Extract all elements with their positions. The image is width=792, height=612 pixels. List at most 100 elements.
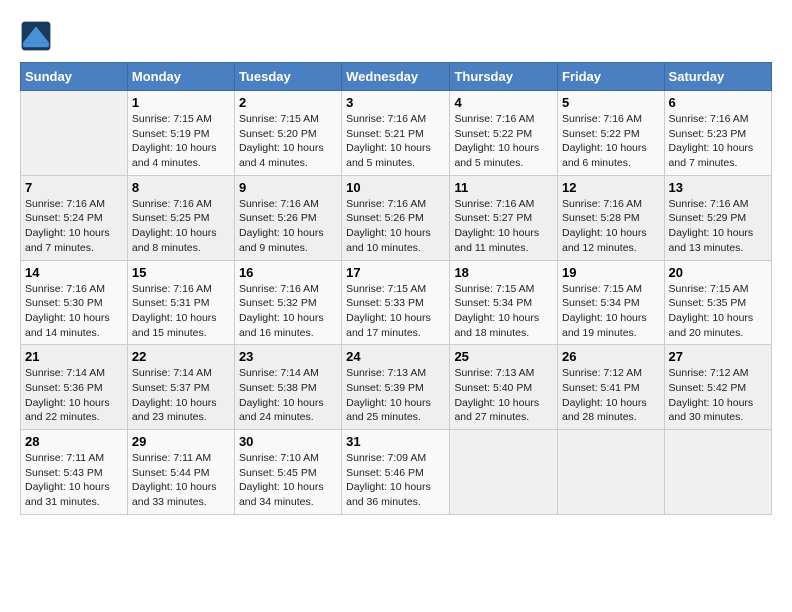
calendar-cell: 14 Sunrise: 7:16 AMSunset: 5:30 PMDayligh… <box>21 260 128 345</box>
calendar-cell: 24Sunrise: 7:13 AMSunset: 5:39 PMDayligh… <box>342 345 450 430</box>
day-number: 21 <box>25 349 123 364</box>
calendar-cell: 20 Sunrise: 7:15 AMSunset: 5:35 PMDayligh… <box>664 260 771 345</box>
day-number: 6 <box>669 95 767 110</box>
calendar-cell: 10 Sunrise: 7:16 AMSunset: 5:26 PMDayligh… <box>342 175 450 260</box>
day-info: Sunrise: 7:16 AMSunset: 5:22 PMDaylight:… <box>454 112 553 171</box>
calendar-cell: 19 Sunrise: 7:15 AMSunset: 5:34 PMDayligh… <box>558 260 665 345</box>
day-info: Sunrise: 7:16 AMSunset: 5:24 PMDaylight:… <box>25 197 123 256</box>
day-info: Sunrise: 7:16 AMSunset: 5:22 PMDaylight:… <box>562 112 660 171</box>
weekday-header-tuesday: Tuesday <box>234 63 341 91</box>
calendar-cell: 12 Sunrise: 7:16 AMSunset: 5:28 PMDayligh… <box>558 175 665 260</box>
day-info: Sunrise: 7:11 AMSunset: 5:43 PMDaylight:… <box>25 451 123 510</box>
calendar-cell: 25 Sunrise: 7:13 AMSunset: 5:40 PMDayligh… <box>450 345 558 430</box>
day-info: Sunrise: 7:16 AMSunset: 5:30 PMDaylight:… <box>25 282 123 341</box>
calendar-cell: 21 Sunrise: 7:14 AMSunset: 5:36 PMDayligh… <box>21 345 128 430</box>
calendar-table: SundayMondayTuesdayWednesdayThursdayFrid… <box>20 62 772 515</box>
day-number: 25 <box>454 349 553 364</box>
calendar-cell: 23 Sunrise: 7:14 AMSunset: 5:38 PMDayligh… <box>234 345 341 430</box>
day-info: Sunrise: 7:15 AMSunset: 5:20 PMDaylight:… <box>239 112 337 171</box>
day-info: Sunrise: 7:11 AMSunset: 5:44 PMDaylight:… <box>132 451 230 510</box>
page-header <box>20 20 772 52</box>
day-number: 28 <box>25 434 123 449</box>
day-number: 12 <box>562 180 660 195</box>
day-info: Sunrise: 7:13 AMSunset: 5:40 PMDaylight:… <box>454 366 553 425</box>
calendar-cell: 31Sunrise: 7:09 AMSunset: 5:46 PMDayligh… <box>342 430 450 515</box>
day-info: Sunrise: 7:16 AMSunset: 5:32 PMDaylight:… <box>239 282 337 341</box>
day-number: 13 <box>669 180 767 195</box>
day-info: Sunrise: 7:16 AMSunset: 5:31 PMDaylight:… <box>132 282 230 341</box>
calendar-cell: 13 Sunrise: 7:16 AMSunset: 5:29 PMDayligh… <box>664 175 771 260</box>
calendar-cell <box>664 430 771 515</box>
day-number: 23 <box>239 349 337 364</box>
calendar-week-row: 21 Sunrise: 7:14 AMSunset: 5:36 PMDayligh… <box>21 345 772 430</box>
day-info: Sunrise: 7:16 AMSunset: 5:28 PMDaylight:… <box>562 197 660 256</box>
day-info: Sunrise: 7:16 AMSunset: 5:25 PMDaylight:… <box>132 197 230 256</box>
day-number: 18 <box>454 265 553 280</box>
day-info: Sunrise: 7:12 AMSunset: 5:41 PMDaylight:… <box>562 366 660 425</box>
day-number: 5 <box>562 95 660 110</box>
day-number: 14 <box>25 265 123 280</box>
calendar-cell: 5 Sunrise: 7:16 AMSunset: 5:22 PMDaylight… <box>558 91 665 176</box>
calendar-week-row: 28 Sunrise: 7:11 AMSunset: 5:43 PMDayligh… <box>21 430 772 515</box>
day-info: Sunrise: 7:15 AMSunset: 5:34 PMDaylight:… <box>562 282 660 341</box>
calendar-cell: 9 Sunrise: 7:16 AMSunset: 5:26 PMDaylight… <box>234 175 341 260</box>
day-info: Sunrise: 7:16 AMSunset: 5:21 PMDaylight:… <box>346 112 445 171</box>
day-info: Sunrise: 7:15 AMSunset: 5:33 PMDaylight:… <box>346 282 445 341</box>
weekday-header-thursday: Thursday <box>450 63 558 91</box>
calendar-cell: 27 Sunrise: 7:12 AMSunset: 5:42 PMDayligh… <box>664 345 771 430</box>
calendar-cell: 1Sunrise: 7:15 AMSunset: 5:19 PMDaylight… <box>127 91 234 176</box>
calendar-cell <box>450 430 558 515</box>
day-number: 10 <box>346 180 445 195</box>
calendar-cell: 3 Sunrise: 7:16 AMSunset: 5:21 PMDaylight… <box>342 91 450 176</box>
calendar-cell: 11Sunrise: 7:16 AMSunset: 5:27 PMDayligh… <box>450 175 558 260</box>
day-info: Sunrise: 7:14 AMSunset: 5:36 PMDaylight:… <box>25 366 123 425</box>
day-info: Sunrise: 7:15 AMSunset: 5:34 PMDaylight:… <box>454 282 553 341</box>
weekday-header-row: SundayMondayTuesdayWednesdayThursdayFrid… <box>21 63 772 91</box>
day-info: Sunrise: 7:16 AMSunset: 5:26 PMDaylight:… <box>239 197 337 256</box>
day-info: Sunrise: 7:16 AMSunset: 5:26 PMDaylight:… <box>346 197 445 256</box>
day-info: Sunrise: 7:10 AMSunset: 5:45 PMDaylight:… <box>239 451 337 510</box>
day-number: 15 <box>132 265 230 280</box>
weekday-header-wednesday: Wednesday <box>342 63 450 91</box>
weekday-header-monday: Monday <box>127 63 234 91</box>
day-number: 9 <box>239 180 337 195</box>
day-number: 19 <box>562 265 660 280</box>
day-number: 7 <box>25 180 123 195</box>
calendar-cell: 16 Sunrise: 7:16 AMSunset: 5:32 PMDayligh… <box>234 260 341 345</box>
calendar-cell: 7 Sunrise: 7:16 AMSunset: 5:24 PMDaylight… <box>21 175 128 260</box>
calendar-cell: 30Sunrise: 7:10 AMSunset: 5:45 PMDayligh… <box>234 430 341 515</box>
calendar-cell: 15 Sunrise: 7:16 AMSunset: 5:31 PMDayligh… <box>127 260 234 345</box>
day-info: Sunrise: 7:09 AMSunset: 5:46 PMDaylight:… <box>346 451 445 510</box>
day-number: 3 <box>346 95 445 110</box>
day-number: 2 <box>239 95 337 110</box>
weekday-header-sunday: Sunday <box>21 63 128 91</box>
calendar-cell: 17 Sunrise: 7:15 AMSunset: 5:33 PMDayligh… <box>342 260 450 345</box>
logo-icon <box>20 20 52 52</box>
day-info: Sunrise: 7:14 AMSunset: 5:38 PMDaylight:… <box>239 366 337 425</box>
day-info: Sunrise: 7:16 AMSunset: 5:27 PMDaylight:… <box>454 197 553 256</box>
logo <box>20 20 56 52</box>
calendar-week-row: 7 Sunrise: 7:16 AMSunset: 5:24 PMDaylight… <box>21 175 772 260</box>
calendar-cell: 22Sunrise: 7:14 AMSunset: 5:37 PMDayligh… <box>127 345 234 430</box>
calendar-cell <box>21 91 128 176</box>
day-number: 29 <box>132 434 230 449</box>
day-info: Sunrise: 7:13 AMSunset: 5:39 PMDaylight:… <box>346 366 445 425</box>
day-info: Sunrise: 7:16 AMSunset: 5:29 PMDaylight:… <box>669 197 767 256</box>
calendar-cell: 29 Sunrise: 7:11 AMSunset: 5:44 PMDayligh… <box>127 430 234 515</box>
day-number: 17 <box>346 265 445 280</box>
calendar-cell: 18 Sunrise: 7:15 AMSunset: 5:34 PMDayligh… <box>450 260 558 345</box>
calendar-cell <box>558 430 665 515</box>
day-number: 16 <box>239 265 337 280</box>
day-number: 20 <box>669 265 767 280</box>
weekday-header-saturday: Saturday <box>664 63 771 91</box>
calendar-week-row: 1Sunrise: 7:15 AMSunset: 5:19 PMDaylight… <box>21 91 772 176</box>
day-info: Sunrise: 7:12 AMSunset: 5:42 PMDaylight:… <box>669 366 767 425</box>
day-number: 8 <box>132 180 230 195</box>
day-info: Sunrise: 7:15 AMSunset: 5:35 PMDaylight:… <box>669 282 767 341</box>
day-number: 22 <box>132 349 230 364</box>
day-number: 4 <box>454 95 553 110</box>
day-info: Sunrise: 7:16 AMSunset: 5:23 PMDaylight:… <box>669 112 767 171</box>
calendar-cell: 4 Sunrise: 7:16 AMSunset: 5:22 PMDaylight… <box>450 91 558 176</box>
day-number: 27 <box>669 349 767 364</box>
day-info: Sunrise: 7:15 AMSunset: 5:19 PMDaylight:… <box>132 112 230 171</box>
